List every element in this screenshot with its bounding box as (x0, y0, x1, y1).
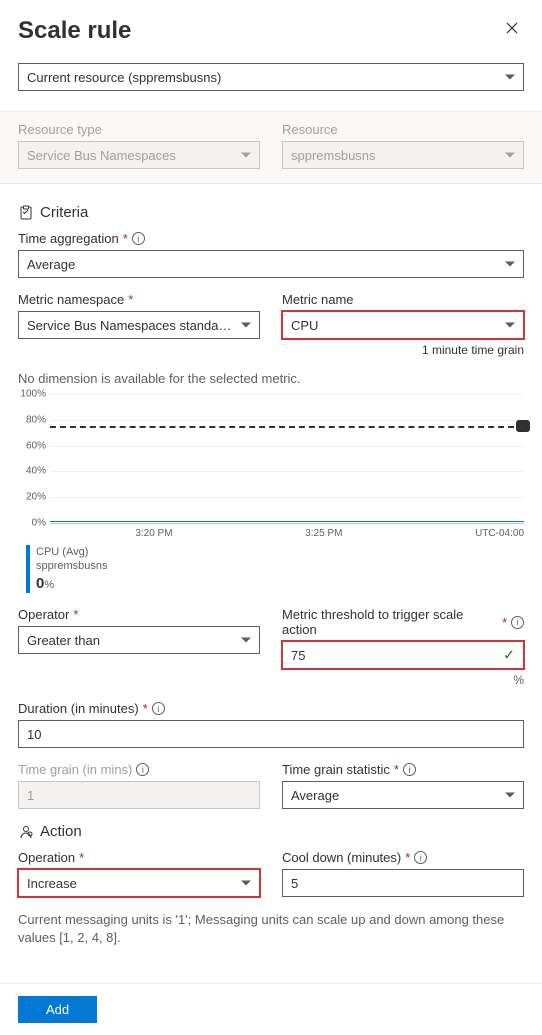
operation-label: Operation* (18, 850, 260, 865)
cooldown-label: Cool down (minutes)* i (282, 850, 524, 865)
metric-name-value: CPU (291, 318, 318, 333)
time-grain-value: 1 (27, 788, 34, 803)
resource-type-select: Service Bus Namespaces (18, 141, 260, 169)
metric-ns-label: Metric namespace* (18, 292, 260, 307)
legend-resource: sppremsbusns (36, 559, 108, 573)
metric-name-select[interactable]: CPU (282, 311, 524, 339)
threshold-label: Metric threshold to trigger scale action… (282, 607, 524, 637)
operation-select[interactable]: Increase (18, 869, 260, 897)
duration-label: Duration (in minutes)* i (18, 701, 524, 716)
criteria-title: Criteria (40, 204, 88, 221)
time-agg-value: Average (27, 257, 75, 272)
threshold-unit: % (282, 673, 524, 687)
duration-value: 10 (27, 727, 41, 742)
panel-title: Scale rule (18, 17, 131, 45)
time-grain-stat-value: Average (291, 788, 339, 803)
checkmark-icon: ✓ (503, 647, 515, 664)
legend-series-name: CPU (Avg) (36, 545, 108, 559)
chart-legend: CPU (Avg) sppremsbusns 0% (18, 545, 524, 593)
xtick: 3:20 PM (135, 528, 172, 539)
cooldown-value: 5 (291, 876, 298, 891)
time-grain-note: 1 minute time grain (282, 343, 524, 357)
no-dimension-message: No dimension is available for the select… (18, 371, 524, 386)
scope-select[interactable]: Current resource (sppremsbusns) (18, 63, 524, 91)
add-button[interactable]: Add (18, 996, 97, 1023)
duration-input[interactable]: 10 (18, 720, 524, 748)
resource-select: sppremsbusns (282, 141, 524, 169)
clipboard-icon (18, 205, 34, 221)
close-icon (504, 20, 520, 36)
operator-select[interactable]: Greater than (18, 626, 260, 654)
time-agg-label: Time aggregation* i (18, 231, 524, 246)
resource-label: Resource (282, 122, 524, 137)
operator-value: Greater than (27, 633, 100, 648)
resource-type-label: Resource type (18, 122, 260, 137)
metric-chart: 100% 80% 60% 40% 20% 0% 3:20 PM 3:25 PM … (18, 394, 524, 593)
criteria-section: Criteria (18, 204, 524, 221)
scope-select-value: Current resource (sppremsbusns) (27, 70, 221, 85)
xtick: 3:25 PM (305, 528, 342, 539)
time-grain-label: Time grain (in mins) i (18, 762, 260, 777)
info-icon[interactable]: i (414, 851, 427, 864)
threshold-input[interactable]: 75 ✓ (282, 641, 524, 669)
threshold-line (50, 426, 524, 428)
action-icon (18, 824, 34, 840)
resource-value: sppremsbusns (291, 148, 376, 163)
time-grain-stat-select[interactable]: Average (282, 781, 524, 809)
action-title: Action (40, 823, 82, 840)
metric-name-label: Metric name (282, 292, 524, 307)
threshold-handle[interactable] (516, 420, 530, 432)
operation-value: Increase (27, 876, 77, 891)
units-hint: Current messaging units is '1'; Messagin… (18, 911, 524, 947)
action-section: Action (18, 823, 524, 840)
info-icon[interactable]: i (403, 763, 416, 776)
time-grain-input: 1 (18, 781, 260, 809)
info-icon[interactable]: i (132, 232, 145, 245)
operator-label: Operator* (18, 607, 260, 622)
close-button[interactable] (500, 16, 524, 45)
time-grain-stat-label: Time grain statistic* i (282, 762, 524, 777)
xtick: UTC-04:00 (475, 528, 524, 539)
metric-ns-select[interactable]: Service Bus Namespaces standard me... (18, 311, 260, 339)
threshold-value: 75 (291, 648, 305, 663)
resource-type-value: Service Bus Namespaces (27, 148, 176, 163)
info-icon[interactable]: i (152, 702, 165, 715)
chart-series-line (50, 521, 524, 522)
info-icon[interactable]: i (136, 763, 149, 776)
time-agg-select[interactable]: Average (18, 250, 524, 278)
info-icon[interactable]: i (511, 616, 524, 629)
metric-ns-value: Service Bus Namespaces standard me... (27, 318, 235, 333)
cooldown-input[interactable]: 5 (282, 869, 524, 897)
